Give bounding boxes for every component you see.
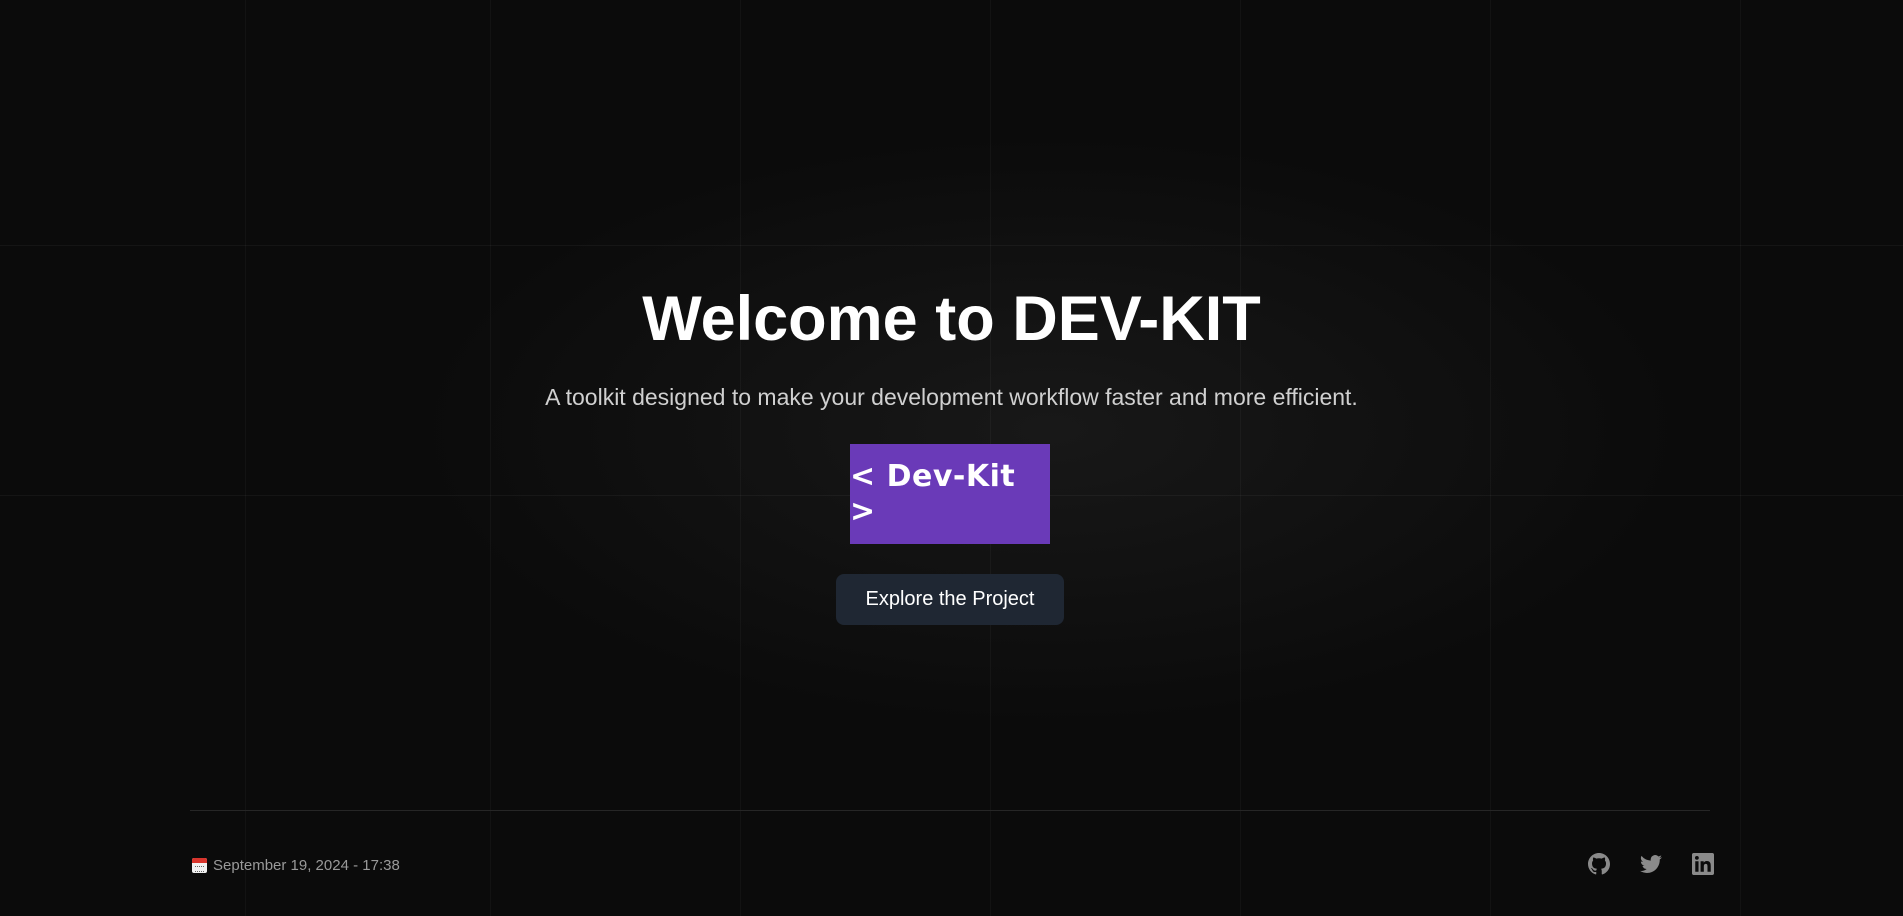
footer-divider bbox=[190, 810, 1710, 811]
explore-project-button[interactable]: Explore the Project bbox=[836, 574, 1064, 625]
hero-subtitle: A toolkit designed to make your developm… bbox=[545, 384, 1358, 410]
github-icon bbox=[1588, 853, 1610, 875]
logo-text: < Dev-Kit > bbox=[850, 459, 1016, 529]
linkedin-link[interactable] bbox=[1692, 853, 1714, 875]
footer-date: September 19, 2024 - 17:38 bbox=[192, 855, 400, 875]
landing-page: Welcome to DEV-KIT A toolkit designed to… bbox=[0, 0, 1903, 916]
twitter-icon bbox=[1640, 855, 1662, 873]
hero-title: Welcome to DEV-KIT bbox=[642, 284, 1261, 354]
social-links bbox=[1588, 853, 1714, 875]
calendar-icon bbox=[192, 857, 207, 873]
github-link[interactable] bbox=[1588, 853, 1610, 875]
linkedin-icon bbox=[1692, 853, 1714, 875]
footer-datetime: September 19, 2024 - 17:38 bbox=[213, 856, 400, 874]
twitter-link[interactable] bbox=[1640, 853, 1662, 875]
dev-kit-logo: < Dev-Kit > bbox=[850, 444, 1050, 544]
